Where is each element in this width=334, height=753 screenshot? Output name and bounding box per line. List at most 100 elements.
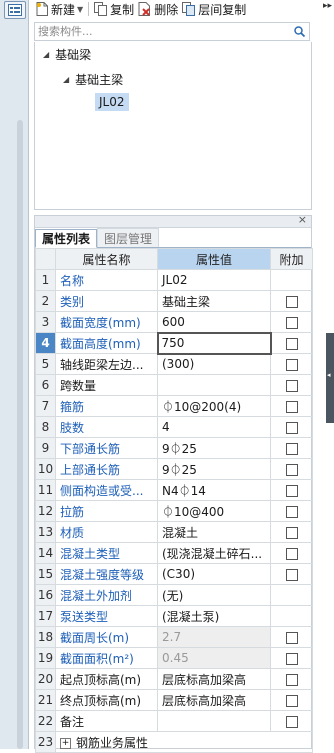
property-value[interactable] xyxy=(157,374,271,396)
attach-checkbox[interactable] xyxy=(285,379,298,392)
table-row[interactable]: 13 材质 混凝土 xyxy=(35,521,313,543)
row-number: 9 xyxy=(35,437,56,459)
table-row[interactable]: 5 轴线距梁左边... (300) xyxy=(35,353,313,375)
property-value[interactable]: 9⏀25 xyxy=(157,458,271,480)
close-icon[interactable]: × xyxy=(298,213,307,226)
property-name: 截面宽度(mm) xyxy=(55,311,158,333)
attach-checkbox[interactable] xyxy=(285,337,298,350)
attach-checkbox[interactable] xyxy=(285,316,298,329)
attach-checkbox[interactable] xyxy=(285,673,298,686)
attach-checkbox[interactable] xyxy=(285,400,298,413)
attach-checkbox[interactable] xyxy=(285,484,298,497)
table-row[interactable]: 23 + 钢筋业务属性 xyxy=(35,731,313,753)
extra-cell xyxy=(270,437,313,459)
extra-cell xyxy=(270,458,313,480)
property-value[interactable]: (无) xyxy=(157,584,271,606)
extra-cell xyxy=(270,500,313,522)
property-value[interactable]: 层底标高加梁高 xyxy=(157,668,271,690)
tree-node-child[interactable]: ◢ 基础主梁 xyxy=(63,69,123,89)
attach-checkbox[interactable] xyxy=(285,295,298,308)
table-row[interactable]: 10 上部通长筋 9⏀25 xyxy=(35,458,313,480)
table-row[interactable]: 18 截面周长(m) 2.7 xyxy=(35,626,313,648)
copy-button[interactable]: 复制 xyxy=(92,0,136,18)
property-value[interactable]: 层底标高加梁高 xyxy=(157,689,271,711)
property-value[interactable]: 9⏀25 xyxy=(157,437,271,459)
floor-copy-button[interactable]: 层间复制 xyxy=(180,0,248,18)
property-value[interactable]: 4 xyxy=(157,416,271,438)
toolbar-overflow-icon[interactable]: ▸▸ xyxy=(323,1,332,11)
table-row[interactable]: 16 混凝土外加剂 (无) xyxy=(35,584,313,606)
table-row[interactable]: 6 跨数量 xyxy=(35,374,313,396)
property-value[interactable]: 2.7 xyxy=(157,626,271,648)
attach-checkbox[interactable] xyxy=(285,358,298,371)
property-value[interactable]: 混凝土 xyxy=(157,521,271,543)
panel-toggle-button[interactable] xyxy=(4,1,26,19)
property-value[interactable] xyxy=(157,710,271,732)
splitter-handle[interactable]: ◂ xyxy=(326,333,334,423)
table-row[interactable]: 15 混凝土强度等级 (C30) xyxy=(35,563,313,585)
table-row[interactable]: 21 终点顶标高(m) 层底标高加梁高 xyxy=(35,689,313,711)
delete-button[interactable]: 删除 xyxy=(136,0,180,18)
new-button[interactable]: 新建 ▼ xyxy=(34,0,85,18)
property-value[interactable]: 基础主梁 xyxy=(157,290,271,312)
property-value-editor[interactable]: 750 xyxy=(156,331,272,355)
attach-checkbox[interactable] xyxy=(285,631,298,644)
table-row[interactable]: 3 截面宽度(mm) 600 xyxy=(35,311,313,333)
search-input[interactable] xyxy=(35,23,285,40)
toolbar: 新建 ▼ 复制 删除 层间复制 xyxy=(34,0,320,18)
search-icon[interactable] xyxy=(294,26,305,37)
attach-checkbox[interactable] xyxy=(285,652,298,665)
table-row[interactable]: 17 泵送类型 (混凝土泵) xyxy=(35,605,313,627)
attach-checkbox[interactable] xyxy=(285,421,298,434)
row-number: 8 xyxy=(35,416,56,438)
extra-cell xyxy=(270,689,313,711)
property-value[interactable]: (C30) xyxy=(157,563,271,585)
table-row[interactable]: 19 截面面积(m²) 0.45 xyxy=(35,647,313,669)
table-row[interactable]: 9 下部通长筋 9⏀25 xyxy=(35,437,313,459)
table-row[interactable]: 8 肢数 4 xyxy=(35,416,313,438)
table-row[interactable]: 4 截面高度(mm) 750 xyxy=(35,331,313,355)
collapse-triangle-icon[interactable]: ◢ xyxy=(63,75,69,84)
attach-checkbox[interactable] xyxy=(285,463,298,476)
table-header-row: 属性名称 属性值 附加 xyxy=(35,248,313,270)
property-name: 拉筋 xyxy=(55,500,158,522)
attach-checkbox[interactable] xyxy=(285,715,298,728)
tree-node-leaf[interactable]: JL02 xyxy=(95,92,129,112)
attach-checkbox[interactable] xyxy=(285,547,298,560)
chevron-down-icon[interactable]: ▼ xyxy=(77,5,83,14)
attach-checkbox[interactable] xyxy=(285,442,298,455)
property-value[interactable]: (混凝土泵) xyxy=(157,605,271,627)
tree-node-root[interactable]: ◢ 基础梁 xyxy=(43,44,91,64)
table-row[interactable]: 22 备注 xyxy=(35,710,313,732)
property-value[interactable]: (300) xyxy=(157,353,271,375)
tab-property-list[interactable]: 属性列表 xyxy=(35,229,98,248)
table-row[interactable]: 7 箍筋 ⏀10@200(4) xyxy=(35,395,313,417)
table-row[interactable]: 1 名称 JL02 xyxy=(35,269,313,291)
left-scrollbar[interactable] xyxy=(17,120,23,749)
property-name: 上部通长筋 xyxy=(55,458,158,480)
attach-checkbox[interactable] xyxy=(285,526,298,539)
property-name: 备注 xyxy=(55,710,158,732)
property-value[interactable]: 0.45 xyxy=(157,647,271,669)
property-value[interactable]: (现浇混凝土碎石... xyxy=(157,542,271,564)
table-row[interactable]: 11 侧面构造或受... N4⏀14 xyxy=(35,479,313,501)
attach-checkbox[interactable] xyxy=(285,568,298,581)
property-value[interactable]: N4⏀14 xyxy=(157,479,271,501)
property-value[interactable]: ⏀10@400 xyxy=(157,500,271,522)
property-value[interactable]: ⏀10@200(4) xyxy=(157,395,271,417)
attach-checkbox[interactable] xyxy=(285,505,298,518)
collapse-triangle-icon[interactable]: ◢ xyxy=(43,50,49,59)
extra-cell xyxy=(270,290,313,312)
table-row[interactable]: 14 混凝土类型 (现浇混凝土碎石... xyxy=(35,542,313,564)
property-value[interactable]: JL02 xyxy=(157,269,271,291)
property-value[interactable]: 600 xyxy=(157,311,271,333)
table-row[interactable]: 12 拉筋 ⏀10@400 xyxy=(35,500,313,522)
property-group[interactable]: + 钢筋业务属性 xyxy=(55,731,313,753)
attach-checkbox[interactable] xyxy=(285,694,298,707)
tab-layer-management[interactable]: 图层管理 xyxy=(97,228,160,247)
expand-icon[interactable]: + xyxy=(60,737,71,749)
property-name: 侧面构造或受... xyxy=(55,479,158,501)
table-row[interactable]: 20 起点顶标高(m) 层底标高加梁高 xyxy=(35,668,313,690)
row-number: 11 xyxy=(35,479,56,501)
table-row[interactable]: 2 类别 基础主梁 xyxy=(35,290,313,312)
